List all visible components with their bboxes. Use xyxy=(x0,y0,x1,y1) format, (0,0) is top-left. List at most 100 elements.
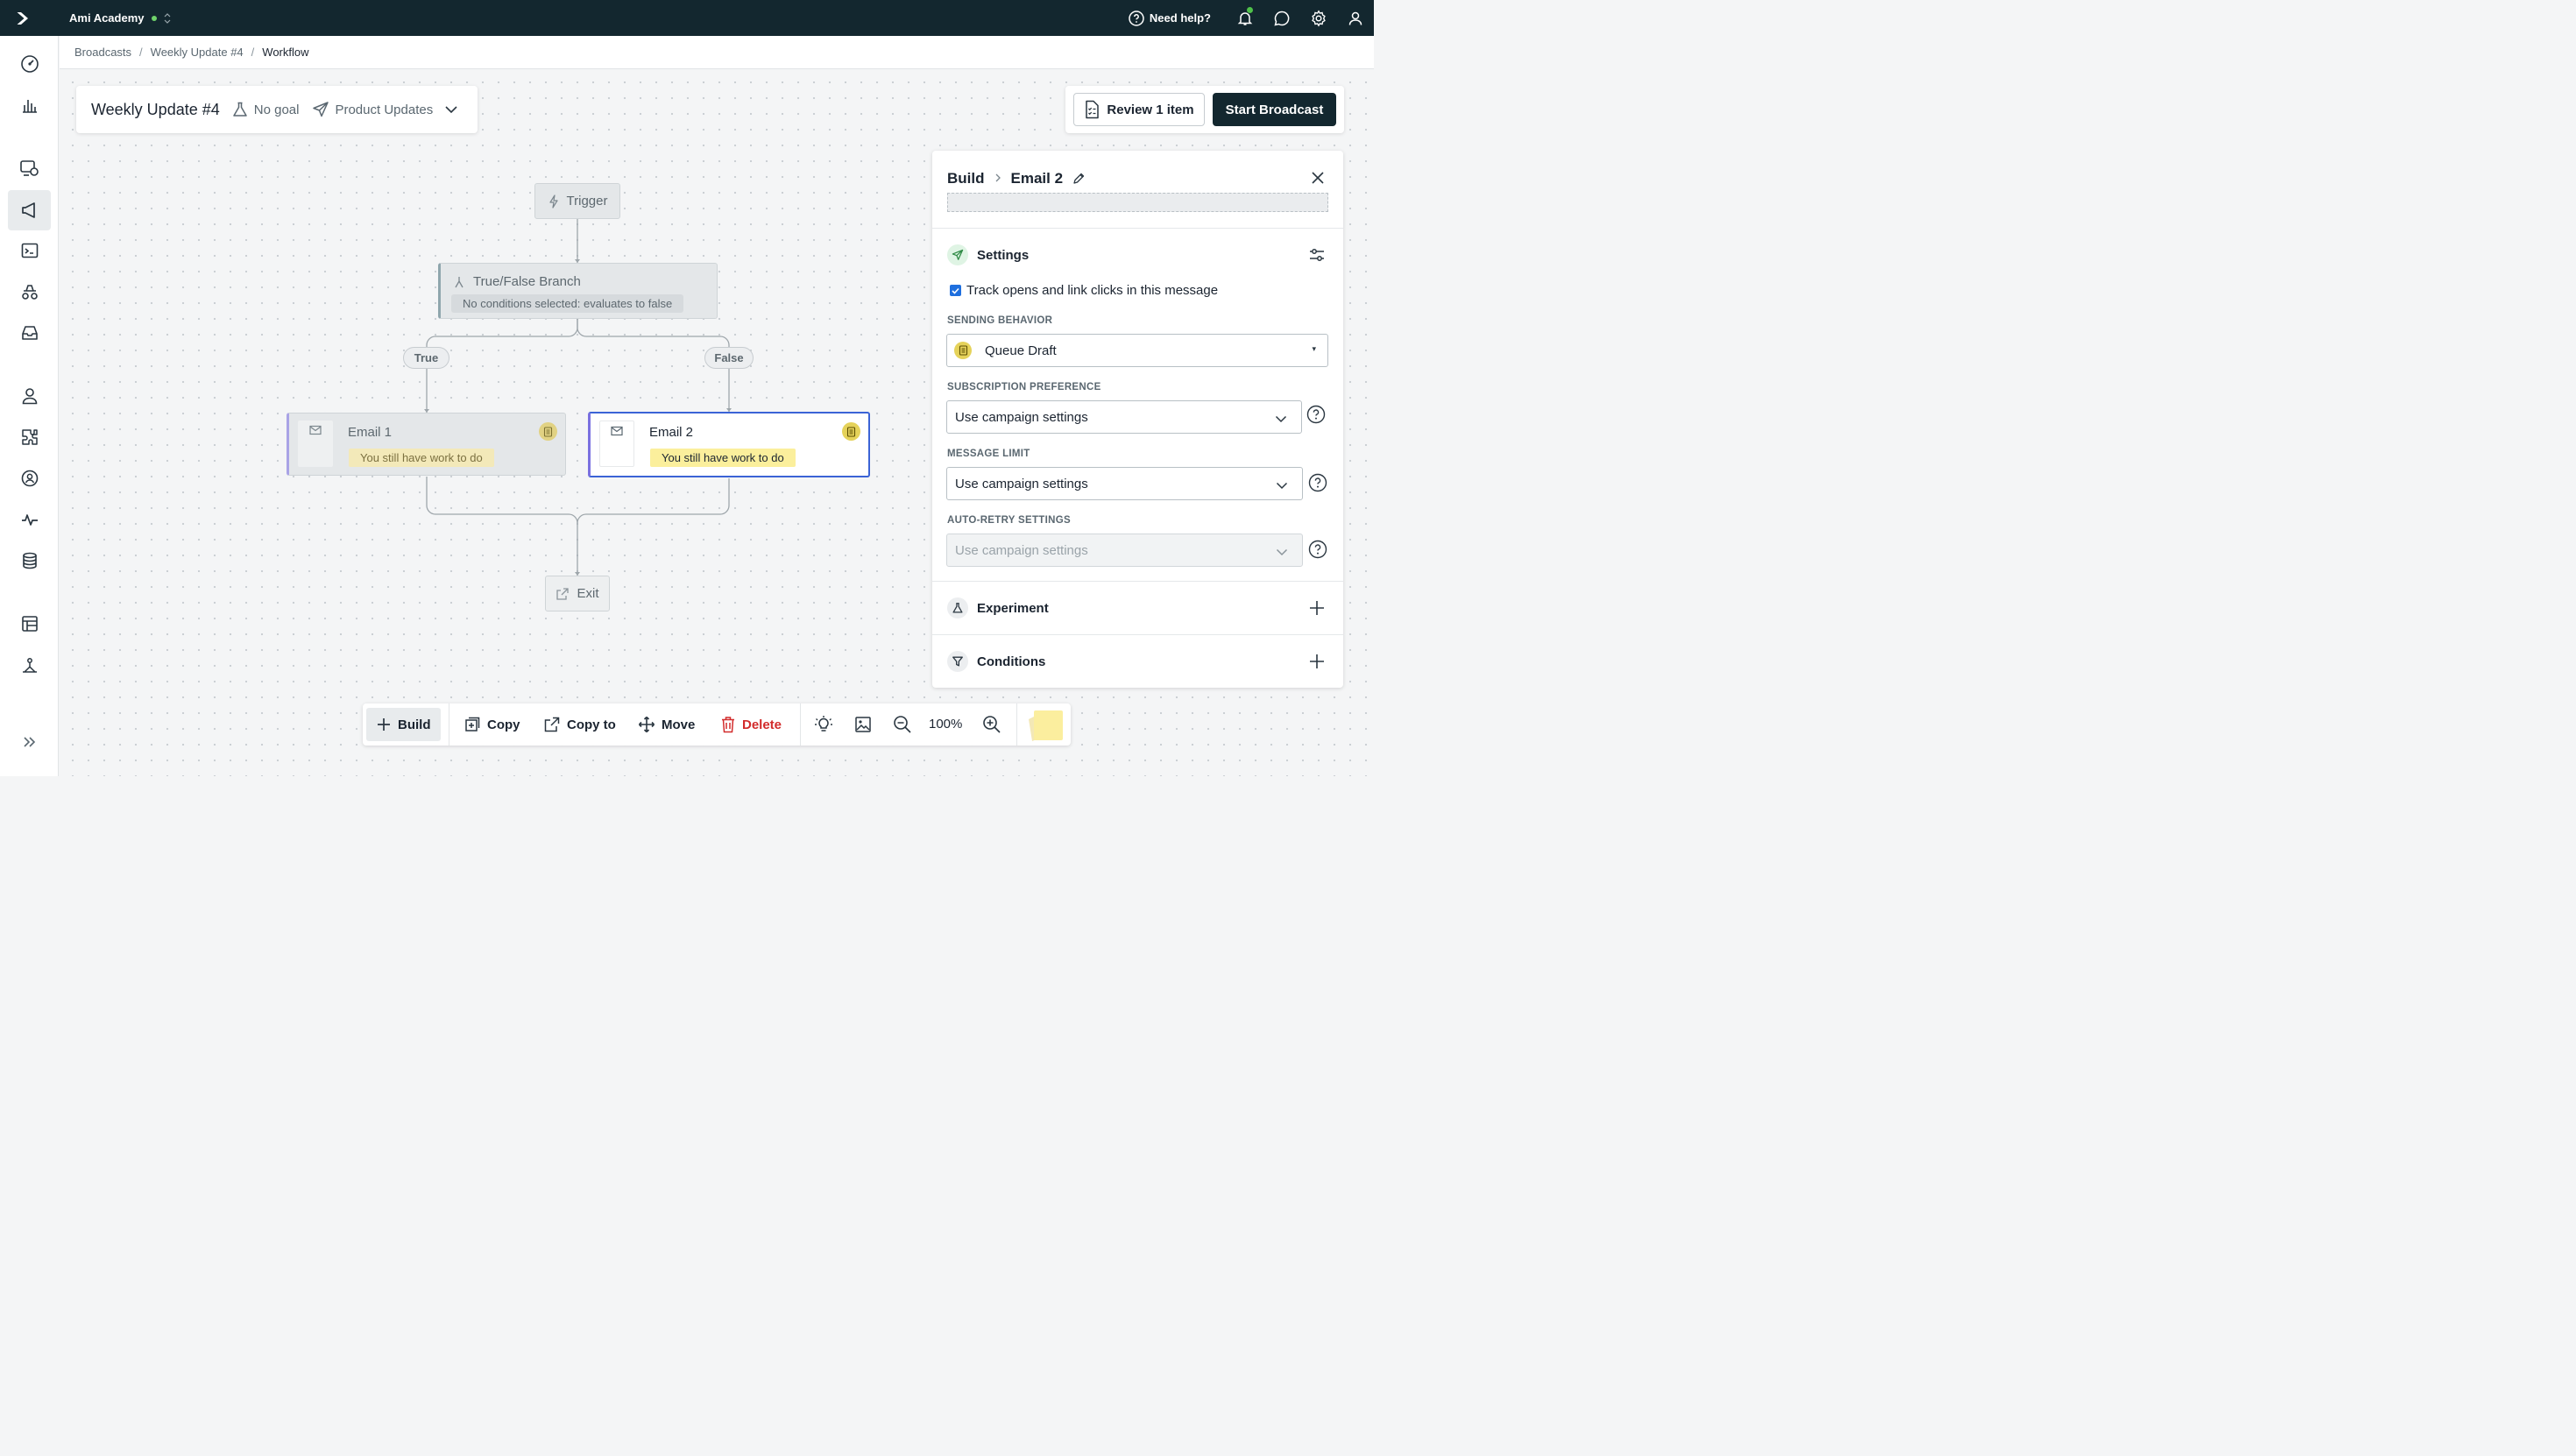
message-limit-label: MESSAGE LIMIT xyxy=(947,449,1030,459)
envelope-icon xyxy=(298,421,333,467)
sliders-icon[interactable] xyxy=(1308,246,1326,264)
goal-selector[interactable]: No goal xyxy=(231,101,299,118)
build-panel: Build Email 2 Settings Track opens and l… xyxy=(932,151,1343,688)
workspace-switcher[interactable]: Ami Academy xyxy=(69,11,171,25)
experiment-section-header[interactable]: Experiment xyxy=(947,597,1049,618)
breadcrumb-item-weekly-update[interactable]: Weekly Update #4 xyxy=(151,46,244,59)
copy-button[interactable]: Copy xyxy=(454,708,530,741)
build-button[interactable]: Build xyxy=(366,708,441,741)
inbox-icon[interactable] xyxy=(8,313,51,353)
double-chevron-right-icon[interactable] xyxy=(8,722,51,762)
subscription-topic-selector[interactable]: Product Updates xyxy=(312,101,459,118)
track-opens-checkbox-row[interactable]: Track opens and link clicks in this mess… xyxy=(950,283,1218,298)
logo-icon[interactable] xyxy=(0,0,44,36)
email-1-node[interactable]: Email 1 You still have work to do xyxy=(287,413,566,476)
experiment-title: Experiment xyxy=(977,600,1049,616)
content-icon[interactable] xyxy=(8,604,51,644)
close-icon[interactable] xyxy=(1310,170,1326,186)
breadcrumb-separator: / xyxy=(251,46,255,59)
user-icon[interactable] xyxy=(1337,0,1374,36)
paper-plane-icon xyxy=(947,244,968,265)
broadcasts-icon[interactable] xyxy=(8,190,51,230)
image-icon[interactable] xyxy=(854,716,872,733)
message-limit-select[interactable]: Use campaign settings xyxy=(946,467,1303,500)
journeys-icon[interactable] xyxy=(8,272,51,312)
exit-label: Exit xyxy=(577,586,599,601)
review-button[interactable]: Review 1 item xyxy=(1073,93,1205,126)
zoom-in-icon[interactable] xyxy=(982,715,1001,734)
auto-retry-select[interactable]: Use campaign settings xyxy=(946,534,1303,567)
panel-crumb-build[interactable]: Build xyxy=(947,170,985,187)
panel-crumb-email: Email 2 xyxy=(1010,170,1064,187)
external-link-icon xyxy=(544,717,560,732)
plus-icon xyxy=(378,718,390,731)
zoom-level: 100% xyxy=(929,717,963,732)
build-button-label: Build xyxy=(398,717,431,732)
analytics-icon[interactable] xyxy=(8,85,51,125)
chevron-down-icon xyxy=(1276,548,1288,556)
email-2-title: Email 2 xyxy=(649,425,694,440)
question-circle-icon[interactable] xyxy=(1308,540,1327,559)
transactional-icon[interactable] xyxy=(8,230,51,271)
subscription-preference-value: Use campaign settings xyxy=(955,409,1088,425)
data-icon[interactable] xyxy=(8,541,51,581)
trigger-node[interactable]: Trigger xyxy=(534,183,620,219)
branch-icon xyxy=(455,276,464,287)
lightbulb-icon[interactable] xyxy=(814,715,833,734)
people-icon[interactable] xyxy=(8,376,51,416)
notification-dot xyxy=(1247,7,1253,13)
page-title: Weekly Update #4 xyxy=(91,100,220,118)
broadcast-header: Weekly Update #4 No goal Product Updates xyxy=(76,86,478,133)
toolbar-divider xyxy=(800,703,801,746)
move-button[interactable]: Move xyxy=(628,708,704,741)
conditions-title: Conditions xyxy=(977,654,1046,669)
subscription-preference-select[interactable]: Use campaign settings xyxy=(946,400,1302,434)
add-condition-icon[interactable] xyxy=(1309,654,1325,669)
branch-subtitle: No conditions selected: evaluates to fal… xyxy=(451,294,684,313)
delete-button-label: Delete xyxy=(742,717,782,732)
sending-behavior-select[interactable]: Queue Draft ▾ xyxy=(946,334,1328,367)
gear-icon[interactable] xyxy=(1300,0,1337,36)
question-circle-icon[interactable] xyxy=(1308,473,1327,492)
question-circle-icon xyxy=(1129,10,1144,26)
activity-icon[interactable] xyxy=(8,499,51,540)
trash-icon xyxy=(722,717,734,733)
conditions-section-header[interactable]: Conditions xyxy=(947,651,1045,672)
flask-icon xyxy=(233,102,247,117)
review-button-label: Review 1 item xyxy=(1107,102,1194,117)
draft-icon xyxy=(954,342,972,359)
divider xyxy=(932,634,1343,635)
email-1-warning: You still have work to do xyxy=(349,449,494,467)
breadcrumb-item-broadcasts[interactable]: Broadcasts xyxy=(74,46,131,59)
question-circle-icon[interactable] xyxy=(1306,405,1326,424)
copy-to-button-label: Copy to xyxy=(567,717,616,732)
settings-title: Settings xyxy=(977,247,1030,263)
copy-to-button[interactable]: Copy to xyxy=(534,708,626,741)
integrations-icon[interactable] xyxy=(8,417,51,457)
objects-icon[interactable] xyxy=(8,646,51,686)
zoom-out-icon[interactable] xyxy=(893,715,912,734)
track-opens-checkbox[interactable] xyxy=(950,285,961,296)
chat-icon[interactable] xyxy=(1263,0,1300,36)
breadcrumb-item-workflow: Workflow xyxy=(262,46,309,59)
start-broadcast-button[interactable]: Start Broadcast xyxy=(1213,93,1336,126)
subscription-topic-label: Product Updates xyxy=(335,102,434,117)
sticky-note-icon[interactable] xyxy=(1025,709,1064,742)
exit-node[interactable]: Exit xyxy=(545,576,610,611)
delete-button[interactable]: Delete xyxy=(711,708,791,741)
copy-button-label: Copy xyxy=(487,717,520,732)
true-false-branch-node[interactable]: True/False Branch No conditions selected… xyxy=(438,263,718,319)
email-2-node[interactable]: Email 2 You still have work to do xyxy=(588,412,870,477)
dashboard-icon[interactable] xyxy=(8,44,51,84)
pencil-icon[interactable] xyxy=(1072,172,1086,186)
bell-icon[interactable] xyxy=(1227,0,1263,36)
email-2-warning: You still have work to do xyxy=(650,449,796,467)
help-link[interactable]: Need help? xyxy=(1129,10,1211,26)
segments-icon[interactable] xyxy=(8,458,51,498)
campaigns-icon[interactable] xyxy=(8,148,51,188)
checklist-icon xyxy=(1086,100,1100,119)
help-label: Need help? xyxy=(1149,11,1211,25)
trigger-label: Trigger xyxy=(566,194,608,209)
add-experiment-icon[interactable] xyxy=(1309,600,1325,616)
caret-down-icon: ▾ xyxy=(1312,344,1316,353)
